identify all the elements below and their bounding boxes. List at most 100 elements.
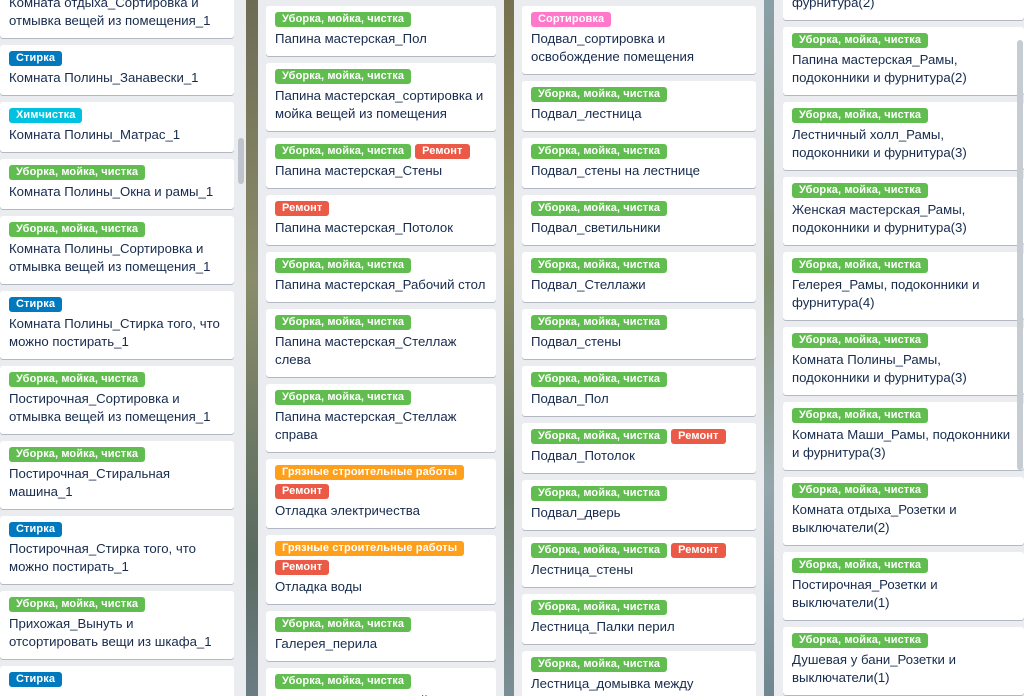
card-label[interactable]: Уборка, мойка, чистка (792, 258, 929, 273)
task-card[interactable]: Уборка, мойка, чистка Ремонт Подвал_Потоло… (522, 423, 756, 473)
task-card[interactable]: Уборка, мойка, чистка Постирочная_Сортиро… (0, 366, 234, 434)
task-card[interactable]: Уборка, мойка, чистка Папина мастерская_С… (266, 384, 496, 452)
task-card[interactable]: Уборка, мойка, чистка Ремонт Папина мастер… (266, 138, 496, 188)
task-card[interactable]: Уборка, мойка, чистка Душевая у бани_Розе… (783, 627, 1024, 695)
card-label[interactable]: Уборка, мойка, чистка (275, 12, 412, 27)
card-label[interactable]: Стирка (9, 297, 63, 312)
card-label[interactable]: Уборка, мойка, чистка (792, 333, 929, 348)
card-label[interactable]: Химчистка (9, 108, 83, 123)
list-column-2[interactable]: Уборка, мойка, чистка Папина мастерская_П… (258, 0, 504, 696)
card-label[interactable]: Уборка, мойка, чистка (275, 674, 412, 689)
card-label[interactable]: Грязные строительные работы (275, 541, 465, 556)
task-card[interactable]: Уборка, мойка, чистка Подвал_светильники (522, 195, 756, 245)
task-card[interactable]: Стирка (0, 666, 234, 696)
card-label[interactable]: Ремонт (275, 484, 330, 499)
task-card[interactable]: Уборка, мойка, чистка Лестница_Палки пери… (522, 594, 756, 644)
task-card[interactable]: Стирка Комната Полины_Стирка того, что мо… (0, 291, 234, 359)
card-label[interactable]: Стирка (9, 522, 63, 537)
task-card[interactable]: Сортировка Подвал_сортировка и освобожден… (522, 6, 756, 74)
task-card[interactable]: Грязные строительные работы Ремонт Отладка… (266, 535, 496, 604)
task-card[interactable]: Уборка, мойка, чистка Комната Полины_Окна… (0, 159, 234, 209)
card-label[interactable]: Уборка, мойка, чистка (275, 315, 412, 330)
card-label[interactable]: Уборка, мойка, чистка (531, 543, 668, 558)
task-card[interactable]: Уборка, мойка, чистка Папина мастерская_С… (266, 309, 496, 377)
task-card[interactable]: фурнитура(2) (783, 0, 1024, 20)
card-label[interactable]: Грязные строительные работы (275, 465, 465, 480)
card-label[interactable]: Уборка, мойка, чистка (792, 33, 929, 48)
card-label[interactable]: Уборка, мойка, чистка (531, 315, 668, 330)
task-card[interactable]: Уборка, мойка, чистка Подвал_Стеллажи (522, 252, 756, 302)
card-label[interactable]: Уборка, мойка, чистка (531, 600, 668, 615)
card-label[interactable]: Ремонт (671, 543, 726, 558)
card-label[interactable]: Уборка, мойка, чистка (792, 108, 929, 123)
task-card[interactable]: Уборка, мойка, чистка Папина мастерская_с… (266, 63, 496, 131)
task-card[interactable]: Уборка, мойка, чистка Комната Маши_Рамы, … (783, 402, 1024, 470)
task-card[interactable]: Уборка, мойка, чистка Галерея_перила (266, 611, 496, 661)
card-label[interactable]: Уборка, мойка, чистка (792, 408, 929, 423)
task-card[interactable]: Грязные строительные работы Ремонт Отладка… (266, 459, 496, 528)
card-label[interactable]: Ремонт (275, 201, 330, 216)
card-label[interactable]: Уборка, мойка, чистка (9, 372, 146, 387)
card-label[interactable]: Уборка, мойка, чистка (275, 144, 412, 159)
card-label[interactable]: Уборка, мойка, чистка (9, 447, 146, 462)
card-label[interactable]: Уборка, мойка, чистка (9, 597, 146, 612)
card-label[interactable]: Сортировка (531, 12, 612, 27)
task-card[interactable]: Уборка, мойка, чистка Комната Полины_втор… (266, 668, 496, 696)
task-card[interactable]: Стирка Комната Полины_Занавески_1 (0, 45, 234, 95)
card-label[interactable]: Уборка, мойка, чистка (792, 483, 929, 498)
card-label[interactable]: Уборка, мойка, чистка (531, 144, 668, 159)
card-label[interactable]: Уборка, мойка, чистка (792, 633, 929, 648)
scrollbar-thumb[interactable] (238, 138, 244, 184)
card-label[interactable]: Уборка, мойка, чистка (9, 222, 146, 237)
card-label[interactable]: Уборка, мойка, чистка (531, 429, 668, 444)
task-card[interactable]: Уборка, мойка, чистка Подвал_лестница (522, 81, 756, 131)
task-card[interactable]: Уборка, мойка, чистка Постирочная_Стираль… (0, 441, 234, 509)
card-label[interactable]: Уборка, мойка, чистка (531, 372, 668, 387)
task-card[interactable]: Уборка, мойка, чистка Ремонт Лестница_стен… (522, 537, 756, 587)
task-card[interactable]: Уборка, мойка, чистка Постирочная_Розетки… (783, 552, 1024, 620)
list-column-4[interactable]: фурнитура(2) Уборка, мойка, чистка Папина … (774, 0, 1024, 696)
list-scrollbar[interactable] (1017, 0, 1023, 696)
list-column-1[interactable]: Комната отдыха_Сортировка и отмывка веще… (0, 0, 246, 696)
task-card[interactable]: Уборка, мойка, чистка Женская мастерская_… (783, 177, 1024, 245)
card-label[interactable]: Уборка, мойка, чистка (531, 657, 668, 672)
task-card[interactable]: Уборка, мойка, чистка Комната отдыха_Розе… (783, 477, 1024, 545)
task-card[interactable]: Уборка, мойка, чистка Лестничный холл_Рам… (783, 102, 1024, 170)
task-card[interactable]: Уборка, мойка, чистка Комната Полины_Сорт… (0, 216, 234, 284)
card-label[interactable]: Уборка, мойка, чистка (792, 183, 929, 198)
card-label[interactable]: Ремонт (415, 144, 470, 159)
card-label[interactable]: Стирка (9, 51, 63, 66)
task-card[interactable]: Уборка, мойка, чистка Папина мастерская_Р… (266, 252, 496, 302)
card-label[interactable]: Уборка, мойка, чистка (531, 201, 668, 216)
card-label[interactable]: Уборка, мойка, чистка (531, 87, 668, 102)
scrollbar-thumb[interactable] (1017, 40, 1023, 470)
task-card[interactable]: Уборка, мойка, чистка Папина мастерская_П… (266, 6, 496, 56)
card-label[interactable]: Уборка, мойка, чистка (275, 617, 412, 632)
card-label[interactable]: Уборка, мойка, чистка (531, 258, 668, 273)
card-label[interactable]: Уборка, мойка, чистка (792, 558, 929, 573)
task-card[interactable]: Уборка, мойка, чистка Подвал_стены на лес… (522, 138, 756, 188)
card-label[interactable]: Ремонт (275, 560, 330, 575)
card-label[interactable]: Уборка, мойка, чистка (275, 258, 412, 273)
task-card[interactable]: Уборка, мойка, чистка Подвал_дверь (522, 480, 756, 530)
task-card[interactable]: Уборка, мойка, чистка Подвал_Пол (522, 366, 756, 416)
task-card[interactable]: Уборка, мойка, чистка Комната Полины_Рамы… (783, 327, 1024, 395)
task-card[interactable]: Комната отдыха_Сортировка и отмывка веще… (0, 0, 234, 38)
card-label[interactable]: Уборка, мойка, чистка (9, 165, 146, 180)
task-card[interactable]: Ремонт Папина мастерская_Потолок (266, 195, 496, 245)
card-label[interactable]: Ремонт (671, 429, 726, 444)
task-card[interactable]: Химчистка Комната Полины_Матрас_1 (0, 102, 234, 152)
task-card[interactable]: Уборка, мойка, чистка Прихожая_Вынуть и о… (0, 591, 234, 659)
card-label[interactable]: Уборка, мойка, чистка (275, 69, 412, 84)
card-label[interactable]: Стирка (9, 672, 63, 687)
task-card[interactable]: Уборка, мойка, чистка Гелерея_Рамы, подок… (783, 252, 1024, 320)
task-card[interactable]: Уборка, мойка, чистка Папина мастерская_Р… (783, 27, 1024, 95)
list-scrollbar[interactable] (238, 0, 244, 696)
card-title: Комната Полины_Сортировка и отмывка веще… (9, 241, 211, 274)
card-label[interactable]: Уборка, мойка, чистка (275, 390, 412, 405)
task-card[interactable]: Уборка, мойка, чистка Подвал_стены (522, 309, 756, 359)
list-column-3[interactable]: Сортировка Подвал_сортировка и освобожден… (514, 0, 764, 696)
task-card[interactable]: Стирка Постирочная_Стирка того, что можно… (0, 516, 234, 584)
card-label[interactable]: Уборка, мойка, чистка (531, 486, 668, 501)
task-card[interactable]: Уборка, мойка, чистка Лестница_домывка ме… (522, 651, 756, 696)
